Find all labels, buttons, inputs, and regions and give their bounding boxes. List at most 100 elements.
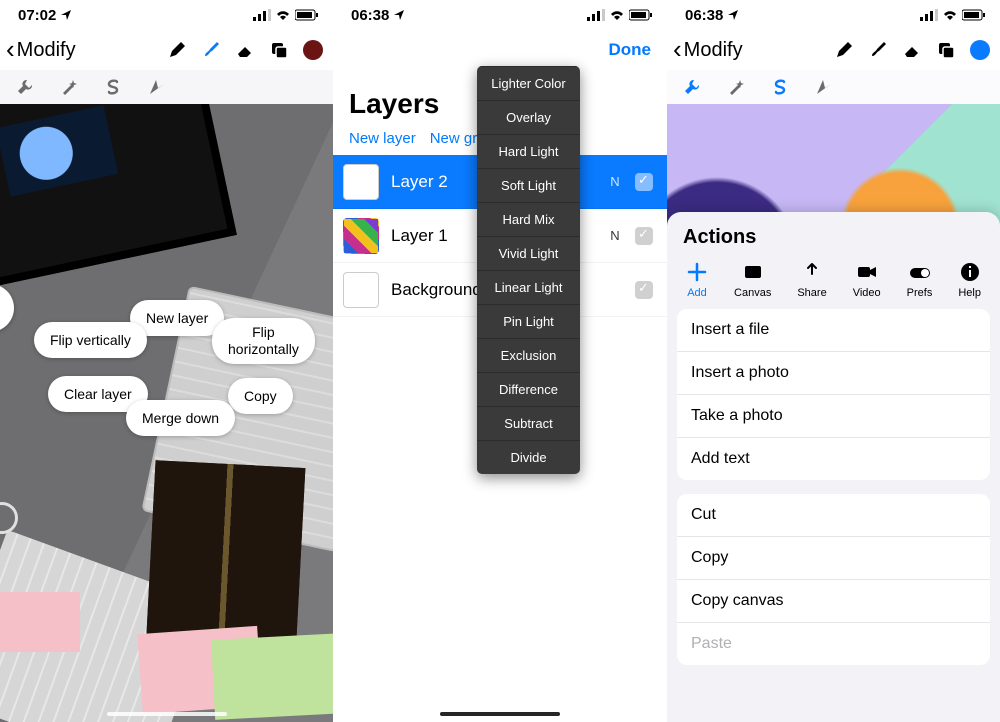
visibility-checkbox[interactable]	[635, 281, 653, 299]
eraser-icon[interactable]	[235, 40, 255, 60]
sub-toolbar	[0, 70, 333, 104]
blend-option[interactable]: Linear Light	[477, 270, 580, 304]
color-swatch[interactable]	[303, 40, 323, 60]
list-item[interactable]: Add text	[677, 437, 990, 480]
list-item[interactable]: Insert a photo	[677, 351, 990, 394]
back-icon[interactable]: ‹	[673, 36, 682, 62]
segment-label: Prefs	[907, 287, 933, 299]
blend-option[interactable]: Pin Light	[477, 304, 580, 338]
done-row: Done	[333, 30, 667, 70]
layer-thumb-icon	[343, 164, 379, 200]
blend-option[interactable]: Overlay	[477, 100, 580, 134]
page-title[interactable]: Modify	[17, 39, 76, 62]
bubble-label: Flip vertically	[50, 332, 131, 348]
home-indicator	[107, 712, 227, 716]
visibility-checkbox[interactable]	[635, 173, 653, 191]
wrench-icon[interactable]	[16, 78, 34, 96]
bubble-copy[interactable]: Copy	[228, 378, 293, 414]
list-item[interactable]: Take a photo	[677, 394, 990, 437]
bubble-label: Copy	[244, 388, 277, 404]
blend-option[interactable]: Difference	[477, 372, 580, 406]
ring-handle[interactable]	[0, 502, 18, 534]
layer-thumb-icon	[343, 218, 379, 254]
segment-prefs[interactable]: Prefs	[907, 261, 933, 299]
blend-mode-letter[interactable]: N	[607, 228, 623, 243]
s-select-icon[interactable]	[771, 78, 789, 96]
page-title[interactable]: Modify	[684, 39, 743, 62]
share-icon	[801, 261, 823, 283]
bubble-flip-vertically[interactable]: Flip vertically	[34, 322, 147, 358]
info-icon	[959, 261, 981, 283]
layers-icon[interactable]	[269, 40, 289, 60]
list-item[interactable]: Copy	[677, 536, 990, 579]
blend-option[interactable]: Soft Light	[477, 168, 580, 202]
list-item-disabled: Paste	[677, 622, 990, 665]
segment-add[interactable]: Add	[686, 261, 708, 299]
pencil-icon[interactable]	[167, 40, 187, 60]
actions-segments: Add Canvas Share Video Prefs Help	[667, 257, 1000, 309]
status-bar: 06:38	[667, 0, 1000, 30]
new-layer-link[interactable]: New layer	[349, 130, 416, 147]
segment-help[interactable]: Help	[958, 261, 981, 299]
wand-icon[interactable]	[60, 78, 78, 96]
bubble-flip-horizontally[interactable]: Fliphorizontally	[212, 318, 315, 364]
battery-icon	[629, 9, 653, 21]
brush-icon[interactable]	[201, 40, 221, 60]
blend-option[interactable]: Subtract	[477, 406, 580, 440]
status-bar-overlay: 07:02	[0, 0, 333, 30]
arrow-move-icon[interactable]	[148, 78, 166, 96]
segment-label: Canvas	[734, 287, 771, 299]
actions-list-clipboard: Cut Copy Copy canvas Paste	[677, 494, 990, 665]
sub-toolbar	[667, 70, 1000, 104]
brush-icon[interactable]	[868, 40, 888, 60]
segment-label: Share	[797, 287, 826, 299]
segment-canvas[interactable]: Canvas	[734, 261, 771, 299]
wifi-icon	[942, 9, 958, 21]
blend-option[interactable]: Hard Mix	[477, 202, 580, 236]
list-item[interactable]: Cut	[677, 494, 990, 536]
color-swatch[interactable]	[970, 40, 990, 60]
done-button[interactable]: Done	[609, 40, 652, 60]
clock: 06:38	[685, 7, 723, 24]
blend-option[interactable]: Exclusion	[477, 338, 580, 372]
blend-option[interactable]: Lighter Color	[477, 66, 580, 100]
segment-share[interactable]: Share	[797, 261, 826, 299]
wand-icon[interactable]	[727, 78, 745, 96]
pencil-icon[interactable]	[834, 40, 854, 60]
s-select-icon[interactable]	[104, 78, 122, 96]
list-item[interactable]: Insert a file	[677, 309, 990, 351]
cellular-icon	[587, 9, 605, 21]
arrow-move-icon[interactable]	[815, 78, 833, 96]
nav-bar: ‹ Modify	[0, 30, 333, 70]
home-indicator	[440, 712, 560, 716]
actions-sheet: Actions Add Canvas Share Video Prefs	[667, 212, 1000, 722]
eraser-icon[interactable]	[902, 40, 922, 60]
list-item[interactable]: Copy canvas	[677, 579, 990, 622]
battery-icon	[962, 9, 986, 21]
wifi-icon	[609, 9, 625, 21]
segment-video[interactable]: Video	[853, 261, 881, 299]
nav-bar: ‹ Modify	[667, 30, 1000, 70]
actions-list-add: Insert a file Insert a photo Take a phot…	[677, 309, 990, 480]
bubble-label: New layer	[146, 310, 208, 326]
blend-option[interactable]: Vivid Light	[477, 236, 580, 270]
segment-label: Help	[958, 287, 981, 299]
wrench-icon[interactable]	[683, 78, 701, 96]
clock: 06:38	[351, 7, 389, 24]
cellular-icon	[253, 9, 271, 21]
bubble-merge-down[interactable]: Merge down	[126, 400, 235, 436]
phone-right: 06:38 ‹ Modify Actions	[667, 0, 1000, 722]
clock: 07:02	[18, 7, 56, 24]
layers-icon[interactable]	[936, 40, 956, 60]
blend-mode-letter[interactable]: N	[607, 174, 623, 189]
location-icon	[393, 9, 405, 21]
blend-option[interactable]: Divide	[477, 440, 580, 474]
visibility-checkbox[interactable]	[635, 227, 653, 245]
blend-option[interactable]: Hard Light	[477, 134, 580, 168]
segment-label: Add	[687, 287, 707, 299]
location-icon	[60, 9, 72, 21]
blend-mode-popup: Lighter Color Overlay Hard Light Soft Li…	[477, 66, 580, 474]
side-handle[interactable]	[0, 284, 14, 332]
toggle-icon	[908, 261, 932, 283]
back-icon[interactable]: ‹	[6, 36, 15, 62]
